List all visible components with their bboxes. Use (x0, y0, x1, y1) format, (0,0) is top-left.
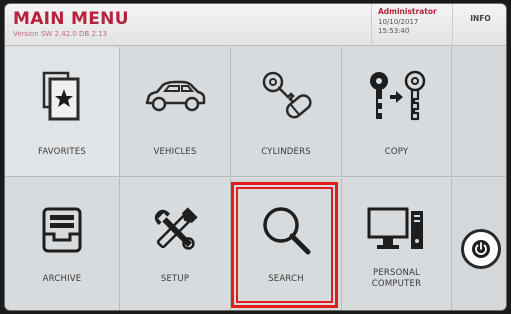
search-label: SEARCH (268, 274, 304, 284)
time-text: 15:53:40 (378, 27, 410, 35)
touchscreen: MAIN MENU Version SW 2.42.0 DB 2.13 Admi… (4, 3, 507, 311)
copy-label: COPY (384, 147, 409, 157)
page-title: MAIN MENU (13, 9, 129, 29)
power-icon (472, 240, 490, 258)
personal-computer-label-line2: COMPUTER (371, 279, 422, 289)
archive-tile[interactable]: ARCHIVE (5, 178, 120, 310)
copy-tile[interactable]: COPY (342, 47, 452, 177)
favorites-label: FAVORITES (38, 147, 86, 157)
user-panel: Administrator 10/10/2017 15:53:40 (371, 4, 453, 46)
cylinders-tile[interactable]: CYLINDERS (231, 47, 342, 177)
archive-label: ARCHIVE (42, 274, 82, 284)
search-tile[interactable]: SEARCH (231, 178, 342, 310)
car-icon (120, 69, 230, 125)
personal-computer-label-line1: PERSONAL (373, 268, 420, 278)
personal-computer-tile[interactable]: PERSONAL COMPUTER (342, 178, 452, 310)
personal-computer-label: PERSONAL COMPUTER (342, 268, 451, 290)
magnifier-icon (231, 202, 341, 258)
power-button[interactable] (461, 229, 501, 269)
tools-icon (120, 202, 230, 258)
date-text: 10/10/2017 (378, 18, 419, 26)
menu-grid: FAVORITES VEHICLES CYLINDERS COPY ARCHIV… (5, 47, 506, 310)
vehicles-label: VEHICLES (153, 147, 197, 157)
setup-tile[interactable]: SETUP (120, 178, 231, 310)
tray-icon (5, 202, 119, 258)
desktop-computer-icon (342, 202, 451, 258)
header-bar: MAIN MENU Version SW 2.42.0 DB 2.13 Admi… (5, 4, 506, 46)
cylinders-label: CYLINDERS (261, 147, 311, 157)
empty-tile-top (452, 47, 506, 177)
user-name: Administrator (378, 7, 437, 16)
setup-label: SETUP (160, 274, 190, 284)
title-block: MAIN MENU Version SW 2.42.0 DB 2.13 (13, 10, 129, 38)
star-card-icon (5, 69, 119, 125)
version-text: Version SW 2.42.0 DB 2.13 (13, 30, 108, 38)
info-button[interactable]: INFO (453, 4, 506, 46)
key-copy-icon (342, 69, 451, 125)
favorites-tile[interactable]: FAVORITES (5, 47, 120, 177)
key-cylinder-icon (231, 69, 341, 125)
vehicles-tile[interactable]: VEHICLES (120, 47, 231, 177)
